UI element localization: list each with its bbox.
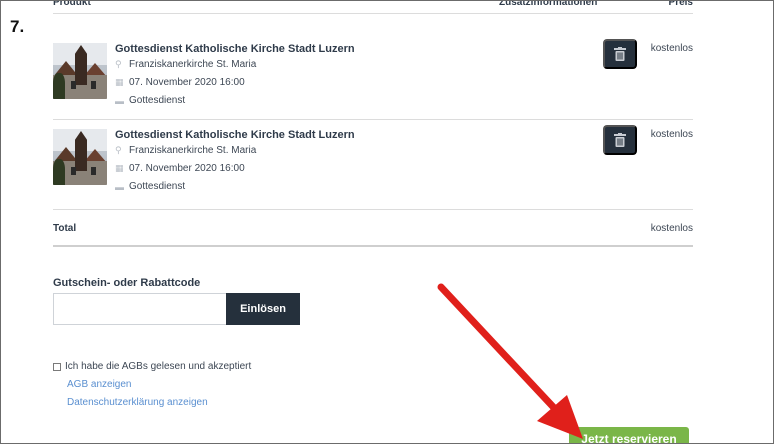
total-label: Total — [53, 223, 77, 234]
remove-item-button[interactable] — [603, 125, 637, 155]
trash-icon — [614, 47, 626, 61]
divider — [53, 119, 693, 120]
total-value: kostenlos — [650, 223, 693, 234]
event-location: ⚲ Franziskanerkirche St. Maria — [115, 145, 256, 156]
event-title: Gottesdienst Katholische Kirche Stadt Lu… — [115, 129, 355, 141]
item-price: kostenlos — [650, 43, 693, 54]
event-datetime: ▦ 07. November 2020 16:00 — [115, 77, 245, 88]
event-location: ⚲ Franziskanerkirche St. Maria — [115, 59, 256, 70]
remove-item-button[interactable] — [603, 39, 637, 69]
tag-icon: ▬ — [115, 95, 124, 106]
datetime-text: 07. November 2020 16:00 — [129, 77, 245, 88]
datetime-text: 07. November 2020 16:00 — [129, 163, 245, 174]
tag-icon: ▬ — [115, 181, 124, 192]
calendar-icon: ▦ — [115, 77, 124, 87]
location-text: Franziskanerkirche St. Maria — [129, 59, 257, 70]
event-thumbnail — [53, 129, 107, 185]
agb-checkbox-row[interactable]: Ich habe die AGBs gelesen und akzeptiert — [53, 361, 251, 372]
agb-checkbox-label: Ich habe die AGBs gelesen und akzeptiert — [65, 361, 252, 372]
divider — [53, 209, 693, 210]
event-datetime: ▦ 07. November 2020 16:00 — [115, 163, 245, 174]
category-text: Gottesdienst — [129, 95, 186, 106]
step-number: 7. — [10, 17, 25, 36]
item-price: kostenlos — [650, 129, 693, 140]
cart-item: Gottesdienst Katholische Kirche Stadt Lu… — [53, 39, 693, 123]
screenshot-frame: 7. Produkt Zusatzinformationen Preis Got… — [0, 0, 774, 444]
divider — [53, 13, 693, 14]
category-text: Gottesdienst — [129, 181, 186, 192]
privacy-link[interactable]: Datenschutzerklärung anzeigen — [67, 397, 208, 408]
table-header: Produkt Zusatzinformationen Preis — [53, 0, 693, 11]
event-category: ▬ Gottesdienst — [115, 181, 185, 192]
cart-item: Gottesdienst Katholische Kirche Stadt Lu… — [53, 125, 693, 209]
header-info: Zusatzinformationen — [499, 0, 598, 8]
coupon-input[interactable] — [53, 293, 227, 325]
location-text: Franziskanerkirche St. Maria — [129, 145, 257, 156]
coupon-label: Gutschein- oder Rabattcode — [53, 277, 201, 289]
reserve-button[interactable]: Jetzt reservieren — [569, 427, 689, 443]
location-pin-icon: ⚲ — [115, 145, 122, 155]
header-product: Produkt — [53, 0, 91, 8]
trash-icon — [614, 133, 626, 147]
header-price: Preis — [668, 0, 693, 8]
event-thumbnail — [53, 43, 107, 99]
agb-checkbox[interactable] — [53, 362, 61, 371]
calendar-icon: ▦ — [115, 163, 124, 173]
event-title: Gottesdienst Katholische Kirche Stadt Lu… — [115, 43, 355, 55]
agb-link[interactable]: AGB anzeigen — [67, 379, 132, 390]
divider — [53, 245, 693, 247]
redeem-button[interactable]: Einlösen — [226, 293, 300, 325]
event-category: ▬ Gottesdienst — [115, 95, 185, 106]
location-pin-icon: ⚲ — [115, 59, 122, 69]
